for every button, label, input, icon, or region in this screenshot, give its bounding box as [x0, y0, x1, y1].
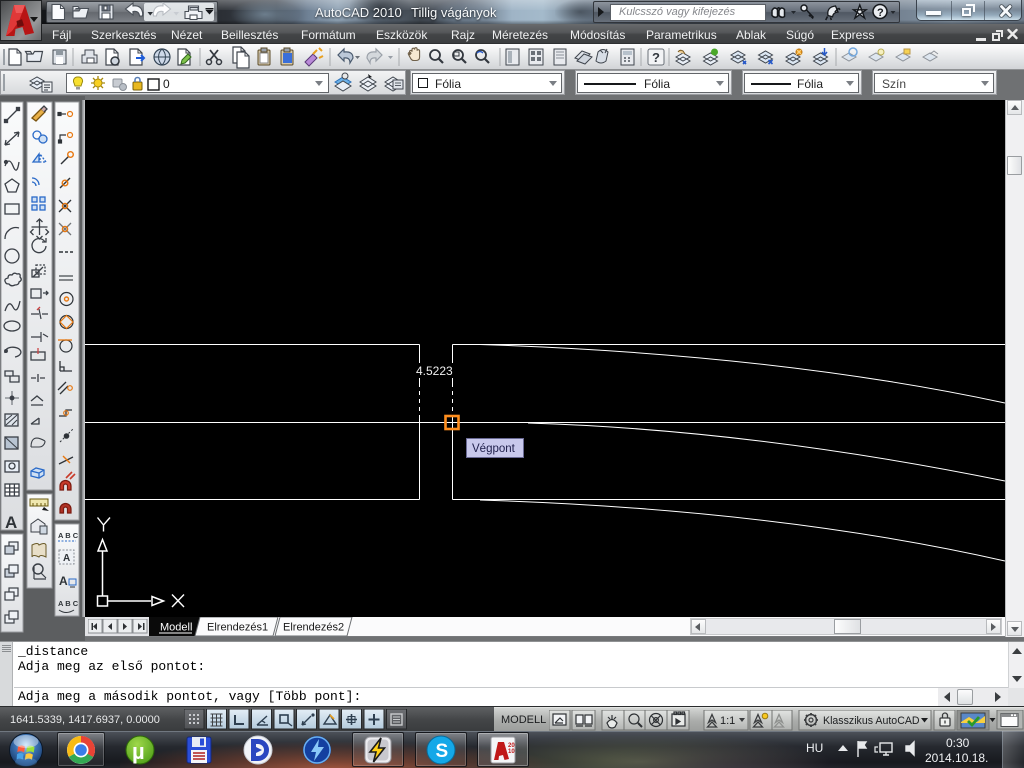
svg-text:4.5223: 4.5223 — [416, 364, 453, 378]
svg-text:A B C: A B C — [58, 531, 79, 540]
svg-text:?: ? — [877, 7, 884, 19]
svg-text:A: A — [63, 553, 70, 564]
svg-text:A: A — [59, 574, 68, 588]
svg-text:Klasszikus AutoCAD: Klasszikus AutoCAD — [823, 715, 920, 727]
svg-text:S: S — [436, 741, 449, 762]
svg-text:A: A — [5, 513, 17, 532]
svg-text:A B C: A B C — [58, 599, 79, 608]
svg-text:µ: µ — [132, 739, 145, 764]
svg-text:Modell: Modell — [160, 622, 192, 634]
svg-text:?: ? — [652, 50, 660, 65]
svg-text:Végpont: Végpont — [472, 443, 516, 455]
svg-text:10: 10 — [508, 749, 515, 755]
svg-text:1:1: 1:1 — [720, 715, 735, 727]
svg-text:Elrendezés2: Elrendezés2 — [283, 622, 344, 634]
svg-text:Elrendezés1: Elrendezés1 — [207, 622, 268, 634]
